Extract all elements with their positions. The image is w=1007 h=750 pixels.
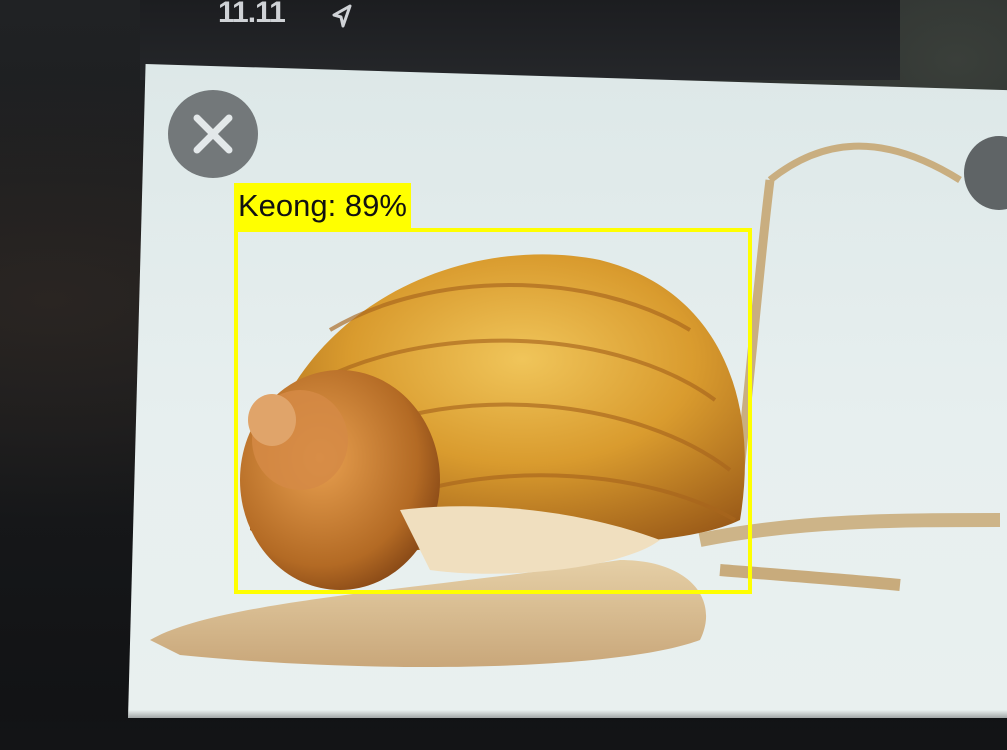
close-icon (193, 114, 233, 154)
detection-bounding-box (234, 228, 752, 594)
close-button[interactable] (168, 90, 258, 178)
detection-label: Keong: 89% (234, 183, 411, 229)
phone-bottom-bezel (0, 710, 1007, 750)
